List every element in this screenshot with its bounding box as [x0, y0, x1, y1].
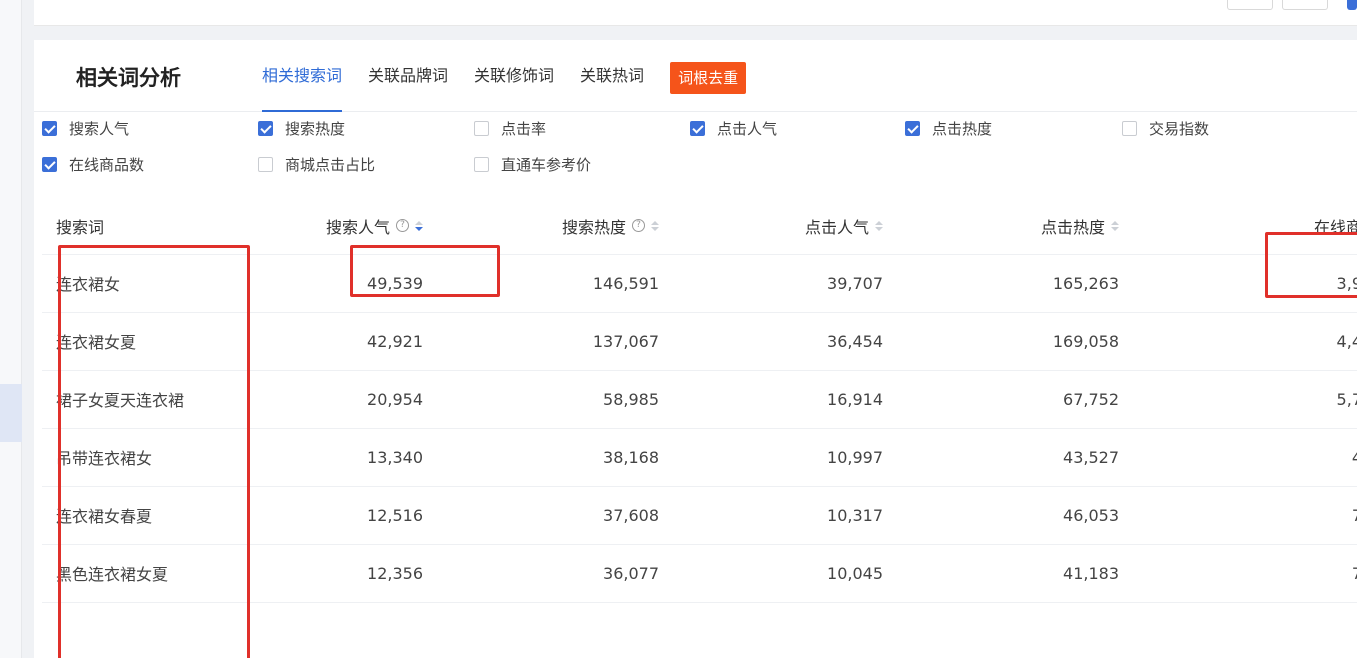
checkbox[interactable] [1122, 121, 1137, 136]
filter-click-popularity[interactable]: 点击人气 [690, 118, 777, 139]
search-heat-cell: 38,168 [457, 428, 691, 487]
sort-icon[interactable] [875, 220, 883, 231]
help-icon[interactable]: ? [632, 219, 645, 233]
click-heat-cell: 169,058 [915, 312, 1151, 371]
search-heat-cell: 37,608 [457, 486, 691, 545]
filter-label: 点击人气 [717, 120, 778, 138]
tab-modifier-words[interactable]: 关联修饰词 [474, 62, 554, 112]
tab-root-dedupe[interactable]: 词根去重 [670, 62, 747, 94]
filter-click-heat[interactable]: 点击热度 [905, 118, 992, 139]
filter-label: 在线商品数 [69, 156, 145, 174]
filter-search-heat[interactable]: 搜索热度 [258, 118, 345, 139]
click-popularity-cell: 10,045 [691, 544, 915, 603]
search-heat-cell: 36,077 [457, 544, 691, 603]
click-popularity-cell: 10,317 [691, 486, 915, 545]
tab-brand-words[interactable]: 关联品牌词 [368, 62, 448, 112]
sort-icon[interactable] [651, 220, 659, 231]
filter-label: 搜索人气 [69, 120, 130, 138]
online-products-cell: 7 [1151, 486, 1357, 545]
filter-label: 搜索热度 [285, 120, 346, 138]
click-heat-cell: 43,527 [915, 428, 1151, 487]
checkbox[interactable] [474, 121, 489, 136]
online-products-cell: 7 [1151, 544, 1357, 603]
filter-label: 直通车参考价 [501, 156, 592, 174]
left-sidebar [0, 0, 22, 658]
click-heat-cell: 46,053 [915, 486, 1151, 545]
checkbox[interactable] [258, 157, 273, 172]
online-products-cell: 4,4 [1151, 312, 1357, 371]
search-popularity-cell: 20,954 [252, 370, 457, 429]
toolbar-primary-button[interactable] [1347, 0, 1357, 10]
search-popularity-cell: 12,516 [252, 486, 457, 545]
search-heat-cell: 137,067 [457, 312, 691, 371]
keyword-column-highlight [58, 245, 250, 658]
sort-icon[interactable] [1111, 220, 1119, 231]
online-products-header-highlight [1265, 232, 1357, 298]
top-toolbar [34, 0, 1357, 26]
filter-label: 点击热度 [932, 120, 993, 138]
filter-label: 点击率 [501, 120, 547, 138]
sidebar-active-item[interactable] [0, 384, 22, 442]
search-popularity-cell: 12,356 [252, 544, 457, 603]
filter-label: 交易指数 [1149, 120, 1210, 138]
column-header-label: 点击人气 [804, 217, 869, 237]
click-popularity-cell: 16,914 [691, 370, 915, 429]
filter-trade-index[interactable]: 交易指数 [1122, 118, 1209, 139]
column-header-click-popularity[interactable]: 点击人气 [691, 198, 915, 255]
tab-bar: 相关搜索词 关联品牌词 关联修饰词 关联热词 词根去重 [262, 62, 772, 112]
page-title: 相关词分析 [76, 66, 181, 90]
column-header-label: 点击热度 [1040, 217, 1105, 237]
filter-search-popularity[interactable]: 搜索人气 [42, 118, 129, 139]
search-popularity-cell: 42,921 [252, 312, 457, 371]
filter-ctr[interactable]: 点击率 [474, 118, 546, 139]
checkbox[interactable] [42, 121, 57, 136]
help-icon[interactable]: ? [396, 219, 409, 233]
sort-icon[interactable] [415, 220, 423, 231]
metric-filters: 搜索人气 搜索热度 点击率 点击人气 点击热度 交易指数 在线商品数 商城点击占… [42, 118, 1332, 188]
filter-mall-click-ratio[interactable]: 商城点击占比 [258, 154, 375, 175]
search-popularity-cell: 13,340 [252, 428, 457, 487]
checkbox[interactable] [690, 121, 705, 136]
panel-header: 相关词分析 相关搜索词 关联品牌词 关联修饰词 关联热词 词根去重 [34, 40, 1357, 112]
column-header-label: 搜索人气 [325, 217, 390, 237]
toolbar-button[interactable] [1227, 0, 1273, 10]
click-heat-cell: 67,752 [915, 370, 1151, 429]
filter-online-products[interactable]: 在线商品数 [42, 154, 144, 175]
toolbar-button[interactable] [1282, 0, 1328, 10]
checkbox[interactable] [905, 121, 920, 136]
click-popularity-cell: 36,454 [691, 312, 915, 371]
online-products-cell: 4 [1151, 428, 1357, 487]
checkbox[interactable] [42, 157, 57, 172]
search-popularity-header-highlight [350, 245, 500, 297]
click-popularity-cell: 10,997 [691, 428, 915, 487]
click-heat-cell: 41,183 [915, 544, 1151, 603]
online-products-cell: 5,7 [1151, 370, 1357, 429]
tab-hot-words[interactable]: 关联热词 [580, 62, 644, 112]
column-header-click-heat[interactable]: 点击热度 [915, 198, 1151, 255]
filter-label: 商城点击占比 [285, 156, 376, 174]
search-heat-cell: 58,985 [457, 370, 691, 429]
tab-related-search[interactable]: 相关搜索词 [262, 62, 343, 112]
column-header-label: 搜索热度 [561, 217, 626, 237]
checkbox[interactable] [474, 157, 489, 172]
click-popularity-cell: 39,707 [691, 254, 915, 313]
click-heat-cell: 165,263 [915, 254, 1151, 313]
filter-ztc-reference-price[interactable]: 直通车参考价 [474, 154, 591, 175]
checkbox[interactable] [258, 121, 273, 136]
